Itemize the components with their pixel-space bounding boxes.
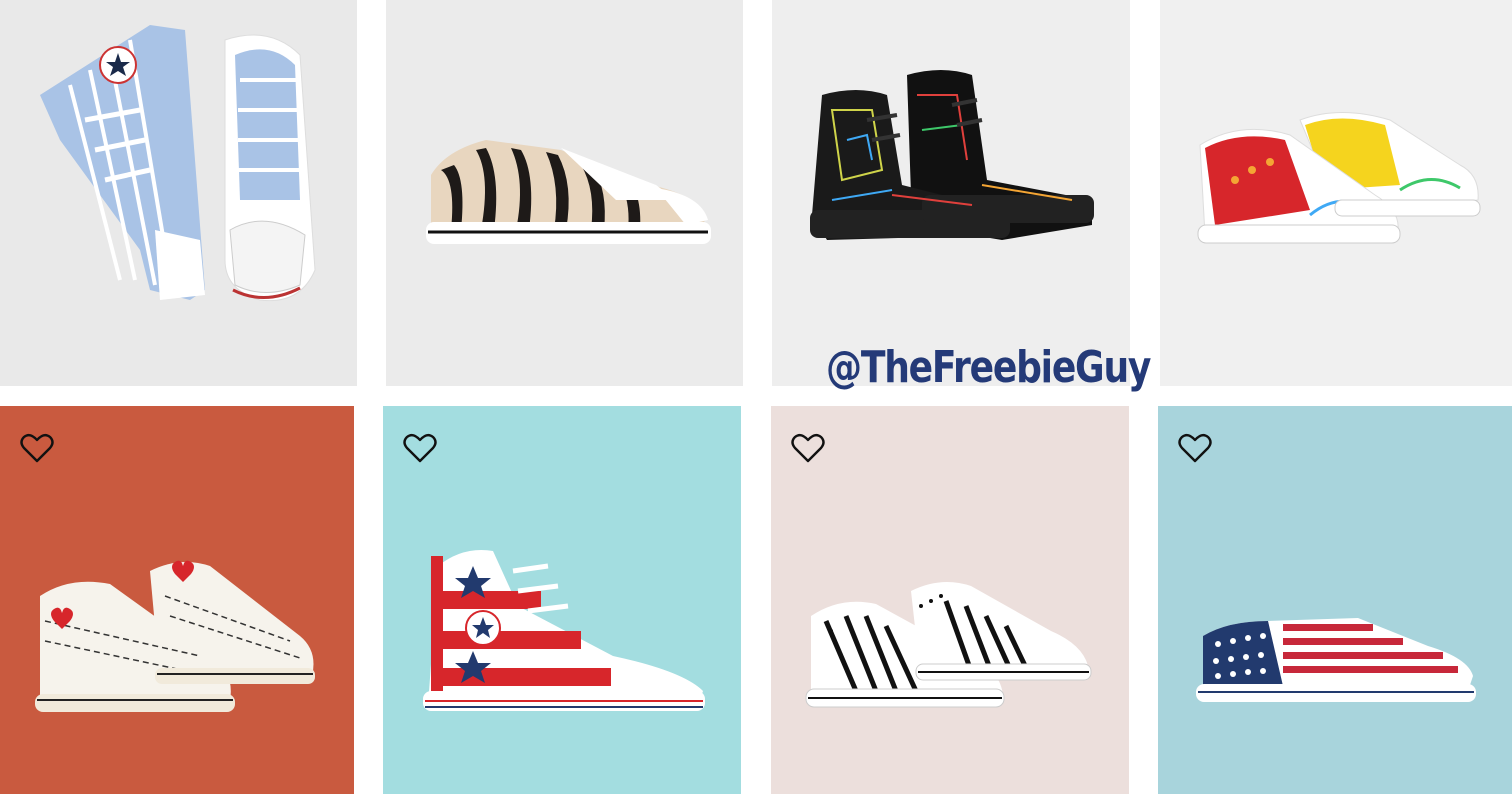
product-image [810,70,1094,240]
product-tile-love-fearlessly[interactable] [0,406,354,794]
heart-outline-icon[interactable] [1178,432,1212,464]
product-image [1196,618,1476,702]
product-tile-zebra-low-top[interactable] [386,0,743,386]
heart-outline-icon[interactable] [20,432,54,464]
product-image [35,560,315,712]
product-tile-flag-low-top[interactable] [1158,406,1512,794]
product-tile-stars-stripes-high-top[interactable] [383,406,741,794]
product-image [40,25,316,302]
heart-outline-icon[interactable] [791,432,825,464]
product-image [423,550,705,711]
product-tile-black-leather-high-tops[interactable] [772,0,1130,386]
heart-outline-icon[interactable] [403,432,437,464]
product-image [426,140,711,244]
product-image [1197,112,1481,244]
watermark-handle: @TheFreebieGuy [826,342,1151,393]
product-tile-striped-high-tops[interactable] [0,0,357,386]
product-tile-rainbow-low-tops[interactable] [1160,0,1512,386]
product-tile-bw-stripe-low-tops[interactable] [771,406,1129,794]
product-image [805,582,1092,708]
